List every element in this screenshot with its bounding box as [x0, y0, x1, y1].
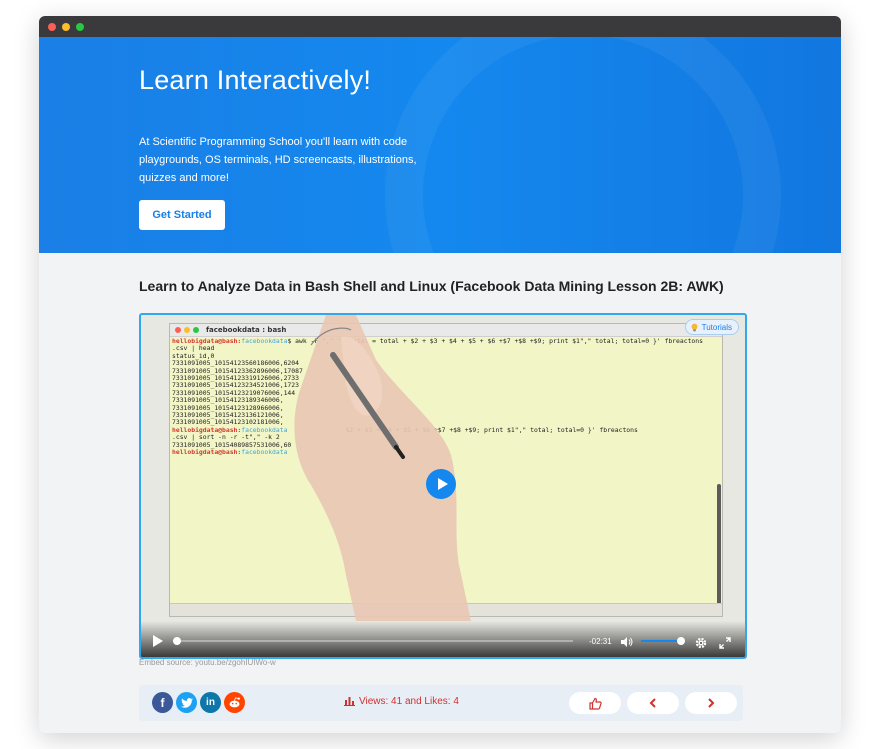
gear-icon[interactable]	[695, 637, 707, 649]
hero-description: At Scientific Programming School you'll …	[139, 136, 417, 184]
play-control-icon[interactable]	[153, 635, 163, 647]
lesson-action-bar: f in Views: 41 and Likes: 4	[139, 685, 743, 721]
twitter-icon[interactable]	[176, 692, 197, 713]
fullscreen-icon[interactable]	[719, 637, 731, 649]
reddit-icon[interactable]	[224, 692, 245, 713]
video-controls: -02:31	[141, 621, 745, 657]
chevron-right-icon	[708, 698, 715, 708]
bar-chart-icon	[344, 697, 355, 706]
hero-decoration	[385, 37, 781, 253]
facebook-icon[interactable]: f	[152, 692, 173, 713]
twitter-bird-icon	[180, 697, 193, 708]
social-share-group: f in	[152, 692, 245, 713]
like-button[interactable]	[569, 692, 621, 714]
video-player[interactable]: facebookdata : bash hellobigdata@bash:fa…	[139, 313, 747, 659]
get-started-button[interactable]: Get Started	[139, 200, 225, 230]
next-lesson-button[interactable]	[685, 692, 737, 714]
chevron-left-icon	[649, 698, 656, 708]
thumbs-up-icon	[588, 697, 602, 710]
hero-title: Learn Interactively!	[139, 65, 372, 95]
time-remaining: -02:31	[589, 637, 612, 646]
play-video-button[interactable]	[426, 469, 456, 499]
views-likes-text: Views: 41 and Likes: 4	[359, 696, 459, 707]
progress-bar[interactable]	[177, 640, 573, 642]
hero-banner: Learn Interactively! At Scientific Progr…	[39, 37, 841, 253]
reddit-alien-icon	[229, 697, 240, 708]
tutorials-badge[interactable]: Tutorials	[684, 319, 739, 335]
volume-icon[interactable]	[621, 637, 633, 647]
volume-handle[interactable]	[677, 637, 685, 645]
lightbulb-icon	[691, 323, 698, 331]
browser-window: Learn Interactively! At Scientific Progr…	[39, 16, 841, 733]
tutorials-label: Tutorials	[701, 322, 732, 332]
close-window-icon[interactable]	[48, 22, 56, 31]
lesson-title: Learn to Analyze Data in Bash Shell and …	[139, 278, 724, 294]
window-titlebar	[39, 16, 841, 37]
minimize-window-icon[interactable]	[62, 22, 70, 31]
embed-source: Embed source: youtu.be/zgohIUIWo-w	[139, 658, 276, 667]
maximize-window-icon[interactable]	[76, 22, 84, 31]
previous-lesson-button[interactable]	[627, 692, 679, 714]
progress-handle[interactable]	[173, 637, 181, 645]
play-icon	[437, 478, 448, 490]
linkedin-icon[interactable]: in	[200, 692, 221, 713]
views-likes-counter: Views: 41 and Likes: 4	[344, 696, 459, 707]
